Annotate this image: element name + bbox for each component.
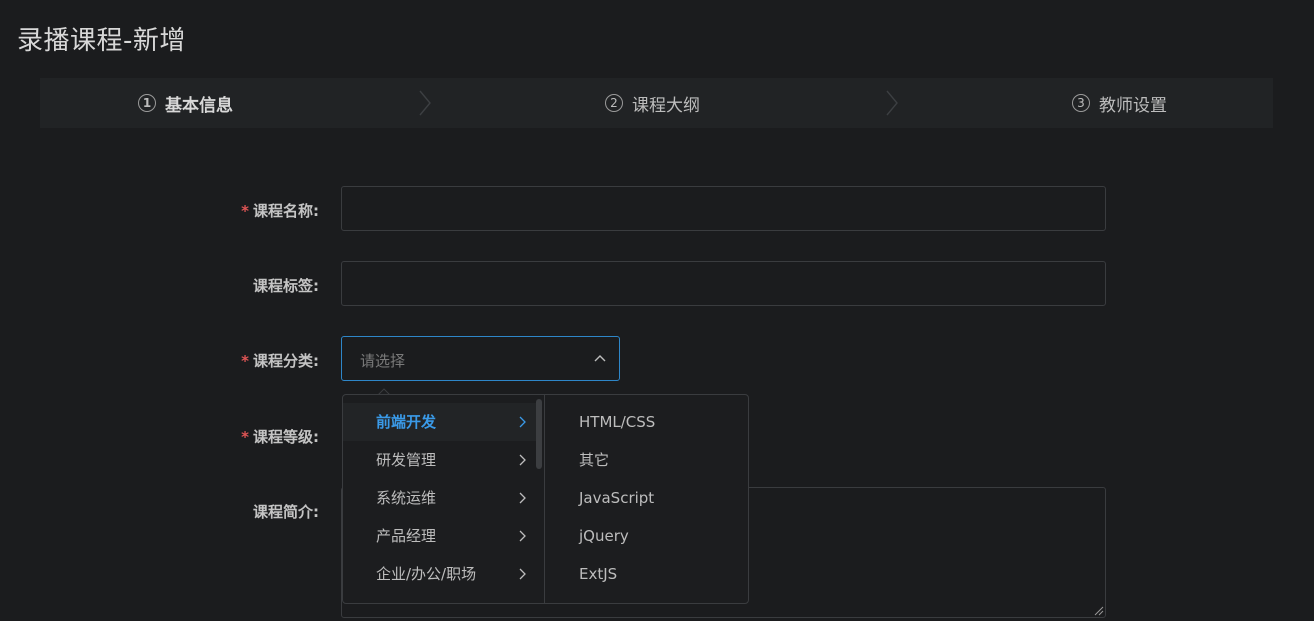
cascader-option-product-manager[interactable]: 产品经理 [343, 517, 538, 555]
chevron-right-icon [519, 492, 526, 504]
cascader-option-enterprise-office[interactable]: 企业/办公/职场 [343, 555, 538, 593]
required-mark: * [241, 428, 249, 446]
step-label-2: 课程大纲 [632, 95, 700, 116]
step-number-3: 3 [1072, 94, 1090, 112]
chevron-right-icon [519, 530, 526, 542]
step-number-1: 1 [138, 94, 156, 112]
cascader-option-frontend[interactable]: 前端开发 [343, 403, 538, 441]
category-placeholder: 请选择 [360, 352, 406, 370]
step-teacher-settings[interactable]: 3 教师设置 [1072, 78, 1167, 128]
course-intro-label-text: 课程简介: [253, 503, 319, 521]
cascader-option-other[interactable]: 其它 [546, 441, 746, 479]
step-number-2: 2 [605, 94, 623, 112]
cascader-option-jquery[interactable]: jQuery [546, 517, 746, 555]
course-tag-label: 课程标签: [199, 275, 319, 296]
option-label: 产品经理 [376, 527, 437, 545]
cascader-option-javascript[interactable]: JavaScript [546, 479, 746, 517]
cascader-scrollbar[interactable] [536, 399, 542, 469]
chevron-right-icon [419, 90, 431, 116]
cascader-column-level1: 前端开发 研发管理 系统运维 产品经理 企业/办公/职场 [343, 395, 545, 603]
cascader-option-extjs[interactable]: ExtJS [546, 555, 746, 593]
cascader-option-html-css[interactable]: HTML/CSS [546, 403, 746, 441]
cascader-option-sysops[interactable]: 系统运维 [343, 479, 538, 517]
course-level-label-text: 课程等级: [253, 428, 319, 446]
course-level-label: * 课程等级: [199, 426, 319, 447]
course-intro-label: 课程简介: [199, 501, 319, 522]
cascader-column-level2: HTML/CSS 其它 JavaScript jQuery ExtJS [546, 395, 748, 603]
course-tag-label-text: 课程标签: [253, 277, 319, 295]
required-mark: * [241, 352, 249, 370]
course-category-select[interactable]: 请选择 [341, 336, 620, 381]
course-name-input[interactable] [341, 186, 1106, 231]
course-name-label-text: 课程名称: [253, 202, 319, 220]
step-basic-info[interactable]: 1 基本信息 [138, 78, 233, 128]
step-label-1: 基本信息 [165, 95, 233, 116]
step-label-3: 教师设置 [1099, 95, 1167, 116]
chevron-right-icon [519, 454, 526, 466]
course-category-label-text: 课程分类: [253, 352, 319, 370]
option-label: 企业/办公/职场 [376, 565, 477, 583]
step-course-outline[interactable]: 2 课程大纲 [605, 78, 700, 128]
chevron-right-icon [519, 568, 526, 580]
option-label: 系统运维 [376, 489, 437, 507]
resize-handle-icon[interactable] [1092, 604, 1104, 616]
chevron-right-icon [519, 416, 526, 428]
chevron-up-icon [594, 355, 606, 362]
option-label: 前端开发 [376, 413, 437, 431]
cascader-option-rd-management[interactable]: 研发管理 [343, 441, 538, 479]
page-title: 录播课程-新增 [17, 26, 186, 56]
option-label: 研发管理 [376, 451, 437, 469]
chevron-right-icon [886, 90, 898, 116]
course-tag-input[interactable] [341, 261, 1106, 306]
required-mark: * [241, 202, 249, 220]
steps-bar: 1 基本信息 2 课程大纲 3 教师设置 [40, 78, 1273, 128]
course-name-label: * 课程名称: [199, 200, 319, 221]
category-cascader-dropdown: 前端开发 研发管理 系统运维 产品经理 企业/办公/职场 HTML/CSS 其它… [342, 394, 749, 604]
course-category-label: * 课程分类: [199, 350, 319, 371]
